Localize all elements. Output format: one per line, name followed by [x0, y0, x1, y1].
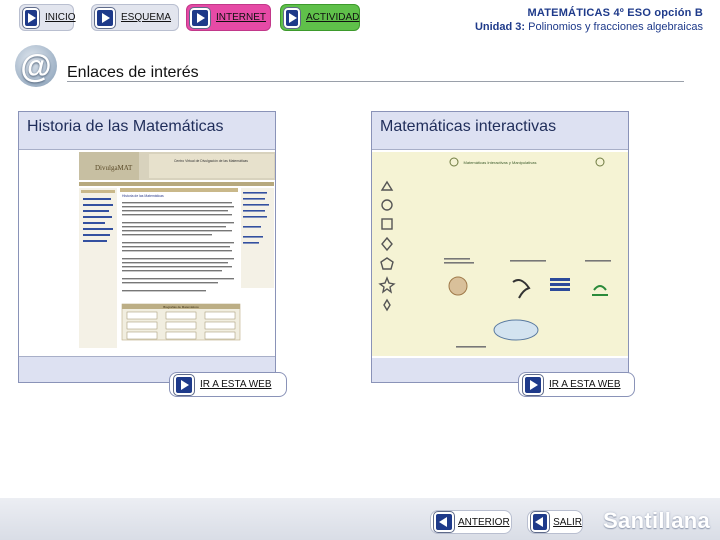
- play-icon: [174, 374, 194, 395]
- nav-inicio-button[interactable]: INICIO: [19, 4, 76, 31]
- preview-heading: Matemáticas Interactivas y Manipulativas: [464, 160, 537, 165]
- unit-label: Unidad 3:: [474, 21, 526, 33]
- nav-esquema-label: ESQUEMA: [121, 12, 172, 23]
- back-arrow-icon: [434, 512, 454, 532]
- play-icon: [190, 7, 210, 28]
- divider: [67, 81, 684, 82]
- exit-label: SALIR: [553, 516, 582, 528]
- previous-label: ANTERIOR: [458, 516, 510, 528]
- page: INICIO ESQUEMA INTERNET ACTIVIDAD MATEMÁ…: [0, 0, 720, 540]
- website-preview-interactivas[interactable]: Matemáticas Interactivas y Manipulativas: [372, 149, 684, 358]
- santillana-logo: Santillana: [603, 508, 710, 533]
- at-sign-icon: @: [15, 45, 57, 87]
- go-to-website-button[interactable]: IR A ESTA WEB: [518, 372, 635, 397]
- nav-esquema-button[interactable]: ESQUEMA: [91, 4, 179, 31]
- nav-actividad-label: ACTIVIDAD: [306, 12, 360, 23]
- course-title: MATEMÁTICAS 4º ESO opción B: [527, 7, 703, 19]
- preview-heading: Centro Virtual de Divulgación de las Mat…: [174, 159, 248, 163]
- card-title: Historia de las Matemáticas: [27, 118, 224, 135]
- website-preview-image: DivulgaMAT Centro Virtual de Divulgación…: [79, 152, 337, 356]
- nav-inicio-label: INICIO: [45, 12, 76, 23]
- go-to-website-button[interactable]: IR A ESTA WEB: [169, 372, 287, 397]
- website-preview-image: Matemáticas Interactivas y Manipulativas: [372, 150, 684, 358]
- preview-site-name: DivulgaMAT: [95, 164, 133, 172]
- unit-title: Unidad 3: Polinomios y fracciones algebr…: [475, 20, 703, 34]
- exit-button[interactable]: SALIR: [527, 510, 583, 534]
- play-icon: [523, 374, 543, 395]
- link-card-historia: Historia de las Matemáticas DivulgaMAT C…: [18, 111, 337, 383]
- previous-button[interactable]: ANTERIOR: [430, 510, 512, 534]
- link-card-interactivas: Matemáticas interactivas Matemáticas Int…: [371, 111, 684, 383]
- play-icon: [284, 7, 300, 28]
- preview-subtitle: Biografías de Matemáticos: [163, 305, 199, 309]
- section-title: Enlaces de interés: [67, 64, 199, 81]
- preview-section-title: Historia de las Matemáticas: [122, 194, 164, 198]
- nav-actividad-button[interactable]: ACTIVIDAD: [280, 4, 360, 31]
- header-title-block: MATEMÁTICAS 4º ESO opción B Unidad 3: Po…: [475, 6, 703, 34]
- nav-internet-label: INTERNET: [216, 12, 266, 23]
- play-icon: [95, 7, 115, 28]
- back-arrow-icon: [531, 512, 550, 532]
- nav-internet-button[interactable]: INTERNET: [186, 4, 271, 31]
- unit-name: Polinomios y fracciones algebraicas: [528, 21, 703, 33]
- go-to-website-label: IR A ESTA WEB: [200, 379, 272, 390]
- play-icon: [23, 7, 39, 28]
- go-to-website-label: IR A ESTA WEB: [549, 379, 621, 390]
- website-preview-divulgamat[interactable]: DivulgaMAT Centro Virtual de Divulgación…: [19, 149, 337, 357]
- card-title: Matemáticas interactivas: [380, 118, 557, 135]
